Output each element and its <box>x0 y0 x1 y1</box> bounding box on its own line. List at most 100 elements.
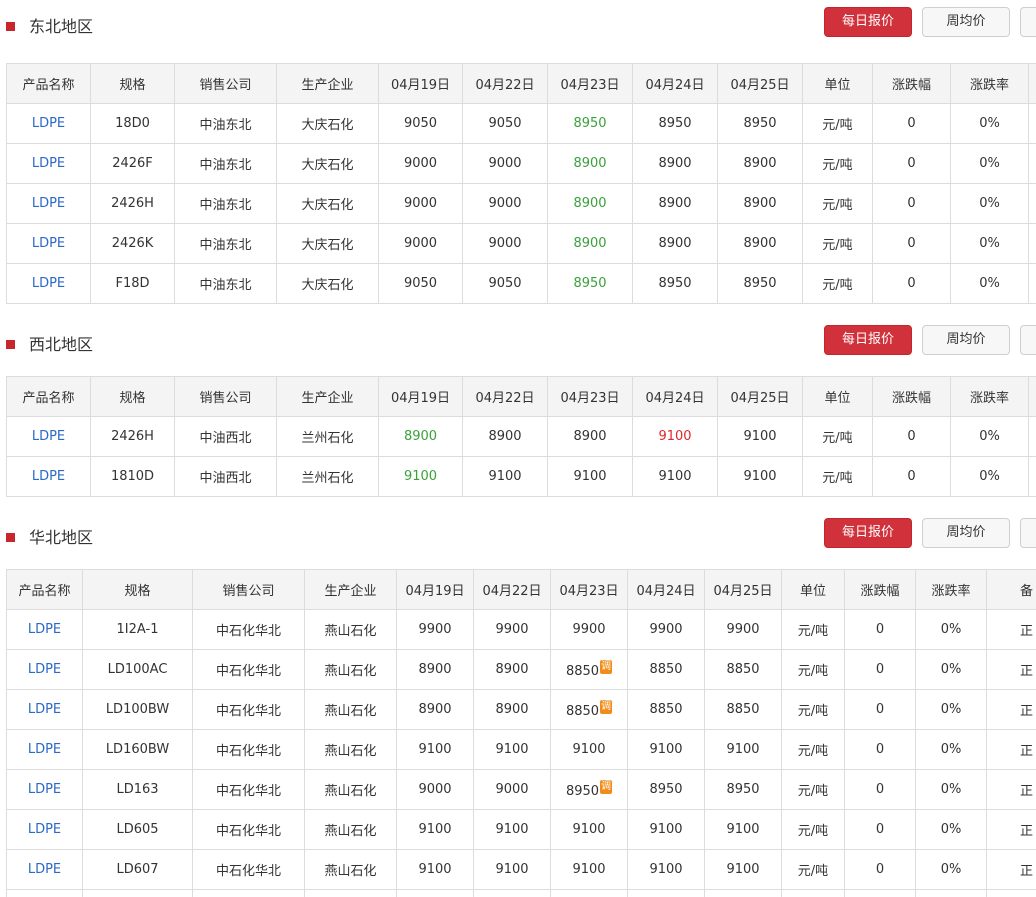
table-cell <box>844 889 916 897</box>
section-header-northwest: 西北地区 每日报价 周均价 <box>0 325 1036 365</box>
daily-quote-button[interactable]: 每日报价 <box>824 325 912 355</box>
table-cell: 0% <box>915 809 987 850</box>
column-header: 04月25日 <box>717 63 803 104</box>
daily-quote-button[interactable]: 每日报价 <box>824 7 912 37</box>
table-cell: 9100 <box>473 809 551 850</box>
table-cell: 9100 <box>396 849 474 890</box>
price-table-north: 产品名称 规格 销售公司 生产企业 04月19日 04月22日 04月23日 04月24日 04… <box>6 569 1036 897</box>
cell-value: 0% <box>979 469 1000 484</box>
cell-value: 0% <box>979 276 1000 291</box>
table-cell <box>1028 456 1036 497</box>
table-cell: 燕山石化 <box>304 649 397 690</box>
table-cell: 燕山石化 <box>304 849 397 890</box>
cell-value: 9000 <box>488 156 522 171</box>
table-cell: LDPE <box>6 649 83 690</box>
cell-value: 9000 <box>488 236 522 251</box>
product-name-link[interactable]: LDPE <box>28 862 61 877</box>
cell-value: 燕山石化 <box>324 664 377 679</box>
table-cell: 中油东北 <box>174 223 277 264</box>
table-cell: 元/吨 <box>802 456 873 497</box>
table-cell: LDPE <box>6 263 91 304</box>
column-header: 涨跌率 <box>915 569 987 610</box>
table-cell: 0% <box>950 103 1029 144</box>
column-header: 生产企业 <box>276 63 379 104</box>
cell-value: 8950 <box>743 276 777 291</box>
cell-value: 0 <box>907 156 916 171</box>
weekly-average-button[interactable]: 周均价 <box>922 7 1010 37</box>
table-cell: 0 <box>872 143 951 184</box>
cell-value: 9050 <box>403 116 438 131</box>
column-header: 04月25日 <box>717 376 803 417</box>
table-cell: 9100 <box>550 809 628 850</box>
column-header: 涨跌幅 <box>872 376 951 417</box>
extra-button[interactable] <box>1020 325 1036 355</box>
cell-value: 9900 <box>649 622 683 637</box>
cell-value: 8900 <box>495 662 529 677</box>
product-name-link[interactable]: LDPE <box>28 782 61 797</box>
product-name-link[interactable]: LDPE <box>32 196 65 211</box>
cell-value: 元/吨 <box>797 624 829 639</box>
price-table-northwest: 产品名称 规格 销售公司 生产企业 04月19日 04月22日 04月23日 04月24日 04… <box>6 376 1036 497</box>
product-name-link[interactable]: LDPE <box>32 469 65 484</box>
product-name-link[interactable]: LDPE <box>28 822 61 837</box>
product-name-link[interactable]: LDPE <box>32 429 65 444</box>
product-name-link[interactable]: LDPE <box>32 276 65 291</box>
cell-value: 9100 <box>726 822 760 837</box>
cell-value: 0% <box>979 236 1000 251</box>
cell-value: 8900 <box>573 196 607 211</box>
weekly-average-button[interactable]: 周均价 <box>922 325 1010 355</box>
product-name-link[interactable]: LDPE <box>28 662 61 677</box>
table-cell: 9100 <box>396 809 474 850</box>
cell-value: 2426K <box>111 236 154 251</box>
table-cell: 大庆石化 <box>276 223 379 264</box>
table-cell: 正 <box>986 609 1036 650</box>
price-table-wrap: 产品名称 规格 销售公司 生产企业 04月19日 04月22日 04月23日 04月24日 04… <box>6 63 1036 304</box>
cell-value: 9100 <box>572 742 606 757</box>
table-cell: 9100 <box>704 809 782 850</box>
cell-value: 正 <box>1019 744 1033 759</box>
extra-button[interactable] <box>1020 518 1036 548</box>
table-cell: 9100 <box>473 849 551 890</box>
table-cell: 9050 <box>378 103 463 144</box>
cell-value: 中石化华北 <box>215 624 281 639</box>
cell-value: 中油西北 <box>199 431 252 446</box>
table-cell: 8900 <box>396 649 474 690</box>
table-cell: 大庆石化 <box>276 263 379 304</box>
weekly-average-button[interactable]: 周均价 <box>922 518 1010 548</box>
cell-value: 8900 <box>418 702 452 717</box>
table-cell <box>627 889 705 897</box>
cell-value: 元/吨 <box>797 784 829 799</box>
column-header: 04月23日 <box>547 63 633 104</box>
cell-value: LD607 <box>116 862 159 877</box>
product-name-link[interactable]: LDPE <box>28 742 61 757</box>
table-cell: 0 <box>872 183 951 224</box>
daily-quote-button[interactable]: 每日报价 <box>824 518 912 548</box>
column-header: 04月24日 <box>627 569 705 610</box>
table-cell: 中石化华北 <box>192 769 305 810</box>
product-name-link[interactable]: LDPE <box>32 236 65 251</box>
product-name-link[interactable]: LDPE <box>32 156 65 171</box>
cell-value: 0% <box>979 156 1000 171</box>
cell-value: 燕山石化 <box>324 864 377 879</box>
table-cell: 9100 <box>378 456 463 497</box>
cell-value: 1I2A-1 <box>116 622 159 637</box>
product-name-link[interactable]: LDPE <box>32 116 65 131</box>
cell-value: 9050 <box>403 276 438 291</box>
table-cell: 8850 <box>627 649 705 690</box>
column-header: 04月22日 <box>473 569 551 610</box>
cell-value: 0% <box>940 702 962 717</box>
extra-button[interactable] <box>1020 7 1036 37</box>
product-name-link[interactable]: LDPE <box>28 702 61 717</box>
table-cell <box>396 889 474 897</box>
cell-value: 9100 <box>495 822 529 837</box>
table-cell: 9000 <box>462 143 548 184</box>
cell-value: 8900 <box>403 429 438 444</box>
table-cell <box>1028 416 1036 457</box>
product-name-link[interactable]: LDPE <box>28 622 61 637</box>
cell-value: 9100 <box>418 742 452 757</box>
table-cell: 9900 <box>627 609 705 650</box>
column-header: 04月23日 <box>547 376 633 417</box>
cell-value: 中石化华北 <box>215 864 281 879</box>
table-row: LDPE LD163 中石化华北 燕山石化 9000 9000 8950 调 8950 8950 元… <box>6 769 1036 810</box>
table-cell: 0% <box>950 183 1029 224</box>
